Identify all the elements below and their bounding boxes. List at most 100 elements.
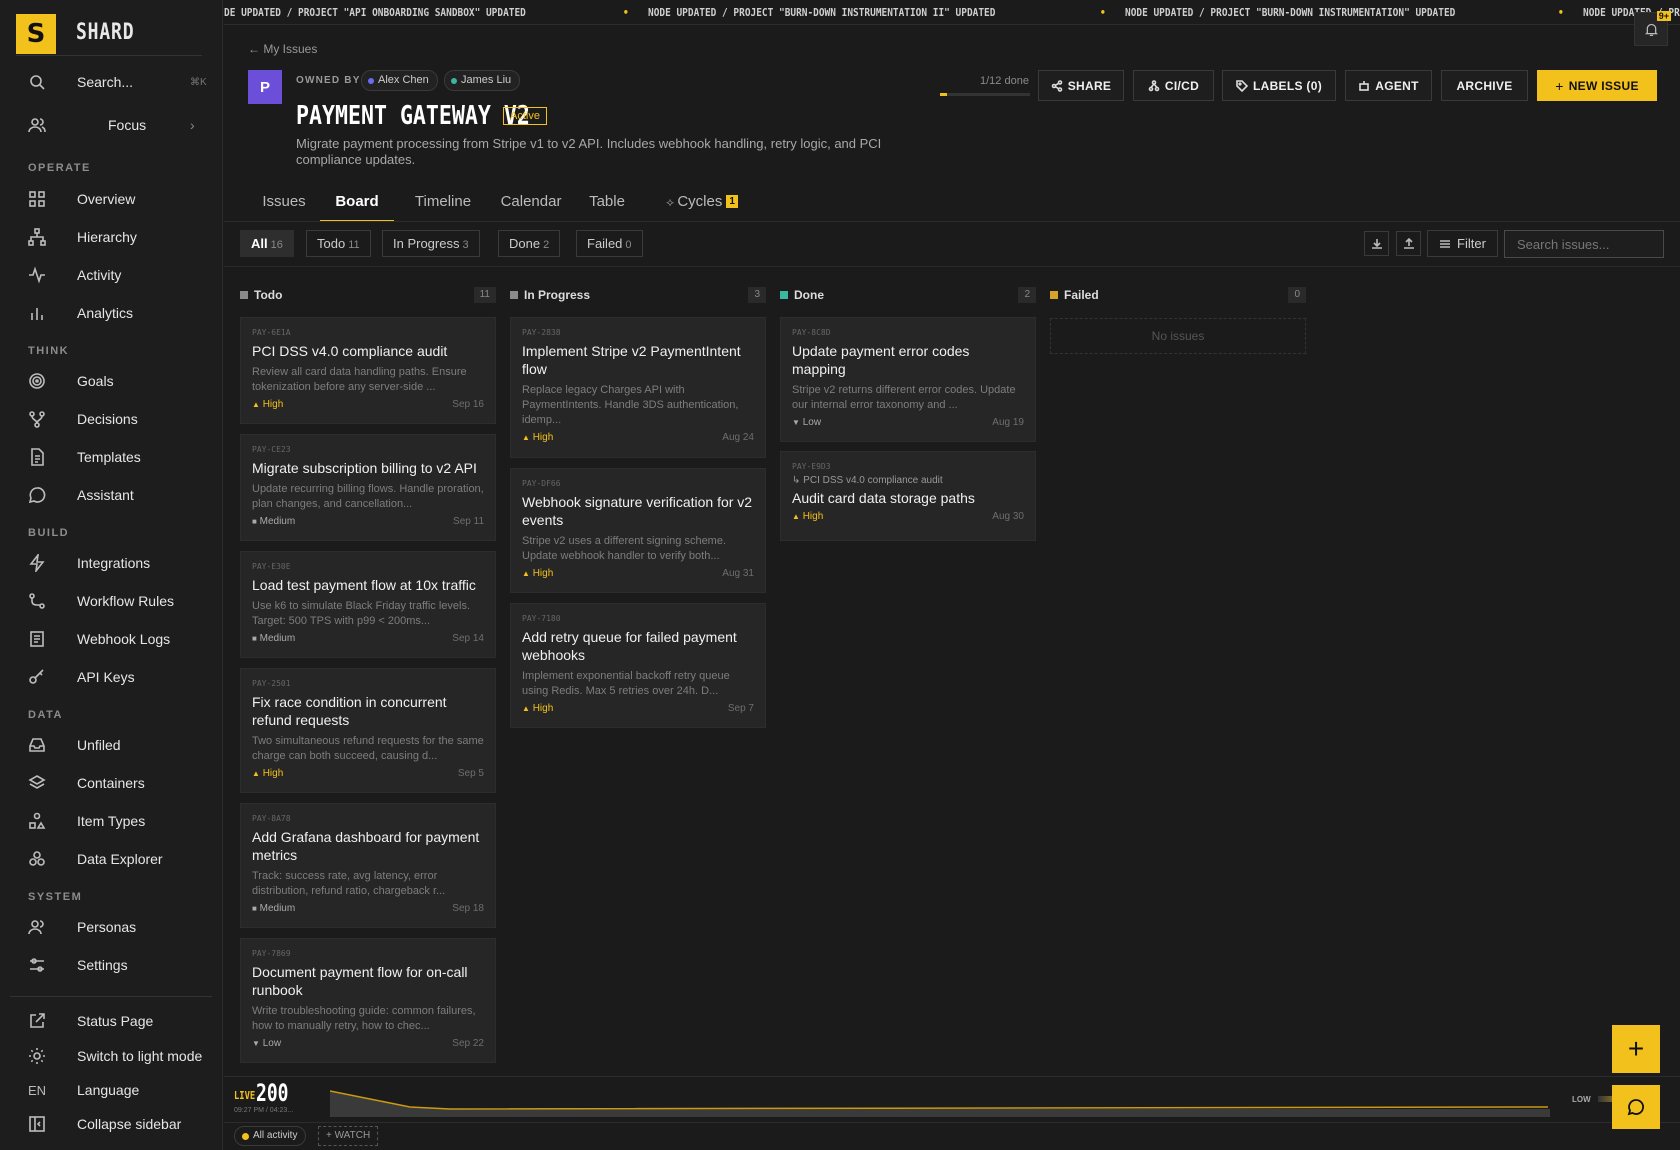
issue-card[interactable]: PAY-7180 Add retry queue for failed payme…: [510, 603, 766, 728]
filter-count: 11: [348, 239, 360, 251]
issue-card[interactable]: PAY-8C8D Update payment error codes mappi…: [780, 317, 1036, 442]
download-button[interactable]: [1364, 231, 1389, 256]
workflow-icon: [28, 592, 46, 610]
back-link[interactable]: ← My Issues: [248, 42, 317, 56]
new-issue-button[interactable]: + NEW ISSUE: [1537, 70, 1657, 101]
sidebar-item-label: Overview: [77, 191, 136, 207]
filter-in-progress[interactable]: In Progress 3: [382, 230, 480, 257]
sidebar-item-label: Activity: [77, 267, 122, 283]
sidebar-item-assistant[interactable]: Assistant: [0, 477, 223, 513]
sidebar-item-containers[interactable]: Containers: [0, 765, 223, 801]
filter-all[interactable]: All 16: [240, 230, 294, 257]
quick-add-button[interactable]: +: [1612, 1025, 1660, 1073]
priority-label: High: [262, 399, 284, 410]
sidebar-collapse[interactable]: Collapse sidebar: [0, 1106, 223, 1142]
sidebar-item-workflow-rules[interactable]: Workflow Rules: [0, 583, 223, 619]
sidebar-item-goals[interactable]: Goals: [0, 363, 223, 399]
sidebar-item-item-types[interactable]: Item Types: [0, 803, 223, 839]
sidebar-item-label: Containers: [77, 775, 145, 791]
priority-badge: ▼ Low: [252, 1038, 281, 1049]
priority-label: Medium: [259, 633, 296, 644]
agent-button[interactable]: AGENT: [1345, 70, 1432, 101]
sidebar-item-label: API Keys: [77, 669, 135, 685]
target-icon: [28, 372, 46, 390]
due-date: Aug 30: [992, 511, 1024, 522]
sidebar-search-label: Search...: [77, 74, 134, 90]
sidebar-focus[interactable]: Focus ›: [0, 107, 223, 143]
notifications-button[interactable]: 9+: [1634, 11, 1671, 46]
issue-card[interactable]: PAY-2838 Implement Stripe v2 PaymentInten…: [510, 317, 766, 458]
progress-bar: [940, 93, 1030, 96]
upload-button[interactable]: [1396, 231, 1421, 256]
all-activity-chip[interactable]: All activity: [234, 1126, 307, 1146]
sidebar-item-analytics[interactable]: Analytics: [0, 295, 223, 331]
filter-button[interactable]: Filter: [1427, 230, 1498, 257]
tab-cycles[interactable]: ⟡ Cycles 1: [652, 187, 752, 222]
sidebar-light-mode-toggle[interactable]: Switch to light mode: [0, 1038, 223, 1074]
priority-label: High: [532, 568, 554, 579]
section-think: THINK: [28, 345, 70, 357]
sidebar-item-hierarchy[interactable]: Hierarchy: [0, 219, 223, 255]
archive-button[interactable]: ARCHIVE: [1441, 70, 1528, 101]
sidebar-item-personas[interactable]: Personas: [0, 909, 223, 945]
sidebar-item-settings[interactable]: Settings: [0, 947, 223, 983]
issue-title: Audit card data storage paths: [792, 490, 975, 506]
cicd-button[interactable]: CI/CD: [1133, 70, 1214, 101]
issue-card[interactable]: PAY-DF66 Webhook signature verification f…: [510, 468, 766, 593]
ticker-separator: •: [1100, 6, 1106, 19]
sidebar-item-unfiled[interactable]: Unfiled: [0, 727, 223, 763]
lightning-icon: [28, 552, 46, 574]
filter-icon: [1440, 239, 1451, 248]
issue-card[interactable]: PAY-CE23 Migrate subscription billing to …: [240, 434, 496, 541]
issue-card[interactable]: PAY-E9D3 ↳ PCI DSS v4.0 compliance audit A…: [780, 451, 1036, 541]
priority-label: High: [532, 432, 554, 443]
board-column-done: Done 2 PAY-8C8D Update payment error codes…: [780, 284, 1036, 541]
priority-badge: ▲ High: [252, 399, 283, 410]
sidebar-item-overview[interactable]: Overview: [0, 181, 223, 217]
search-issues-input[interactable]: [1504, 230, 1664, 258]
column-title: Failed: [1064, 288, 1099, 302]
tab-table[interactable]: Table: [580, 187, 634, 222]
labels-button[interactable]: LABELS (0): [1222, 70, 1336, 101]
issue-card[interactable]: PAY-7869 Document payment flow for on-cal…: [240, 938, 496, 1063]
sidebar-item-activity[interactable]: Activity: [0, 257, 223, 293]
tab-board[interactable]: Board: [320, 187, 394, 222]
sidebar-item-templates[interactable]: Templates: [0, 439, 223, 475]
issue-card[interactable]: PAY-E30E Load test payment flow at 10x tr…: [240, 551, 496, 658]
filter-done[interactable]: Done 2: [498, 230, 561, 257]
bell-icon: [1644, 23, 1658, 36]
issue-card[interactable]: PAY-2501 Fix race condition in concurrent…: [240, 668, 496, 793]
owner-chip[interactable]: Alex Chen: [361, 70, 438, 91]
filter-failed[interactable]: Failed 0: [576, 230, 643, 257]
sidebar-focus-label: Focus: [108, 117, 147, 133]
tab-timeline[interactable]: Timeline: [404, 187, 482, 222]
issue-description: Implement exponential backoff retry queu…: [522, 670, 730, 697]
sidebar-language[interactable]: EN Language: [0, 1072, 223, 1108]
sidebar-item-data-explorer[interactable]: Data Explorer: [0, 841, 223, 877]
sidebar-status-page[interactable]: Status Page: [0, 1003, 223, 1039]
chat-button[interactable]: [1612, 1085, 1660, 1129]
sidebar-item-label: Collapse sidebar: [77, 1116, 182, 1132]
tab-calendar[interactable]: Calendar: [492, 187, 570, 222]
sidebar-item-integrations[interactable]: Integrations: [0, 545, 223, 581]
sidebar-item-api-keys[interactable]: API Keys: [0, 659, 223, 695]
tab-issues[interactable]: Issues: [248, 187, 320, 222]
filter-button-label: Filter: [1457, 236, 1486, 251]
ticker-separator: •: [623, 6, 629, 19]
priority-badge: ▲ High: [522, 703, 553, 714]
app-logo[interactable]: S: [16, 14, 56, 54]
board-column-failed: Failed 0 No issues: [1050, 284, 1306, 354]
issue-card[interactable]: PAY-6E1A PCI DSS v4.0 compliance audit Rev…: [240, 317, 496, 424]
filter-count: 16: [270, 239, 283, 251]
share-button[interactable]: SHARE: [1038, 70, 1124, 101]
priority-badge: ▲ High: [792, 511, 823, 522]
sidebar-item-decisions[interactable]: Decisions: [0, 401, 223, 437]
sidebar-search[interactable]: Search... ⌘K: [0, 64, 223, 100]
issue-card[interactable]: PAY-8A78 Add Grafana dashboard for paymen…: [240, 803, 496, 928]
filter-todo[interactable]: Todo 11: [306, 230, 371, 257]
owner-chip[interactable]: James Liu: [444, 70, 521, 91]
sidebar-item-webhook-logs[interactable]: Webhook Logs: [0, 621, 223, 657]
watch-button[interactable]: + WATCH: [318, 1126, 379, 1146]
parent-issue[interactable]: ↳ PCI DSS v4.0 compliance audit: [792, 475, 1024, 486]
activity-sparkline: [330, 1090, 1550, 1117]
